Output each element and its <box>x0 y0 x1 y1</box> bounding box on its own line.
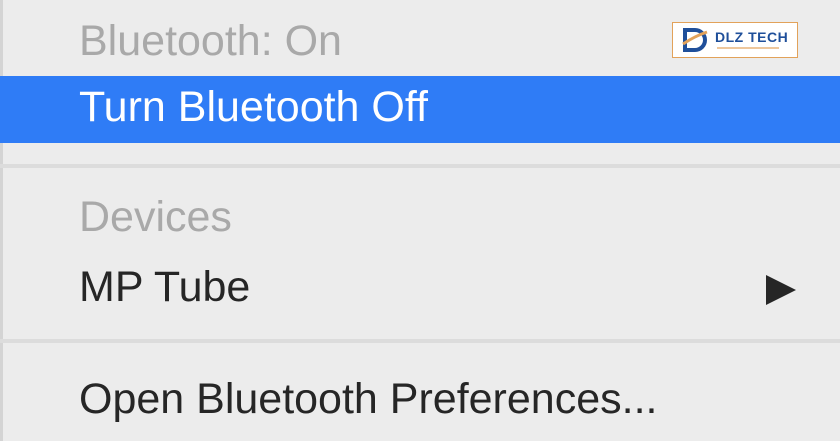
watermark-brand-text: DLZ TECH <box>715 29 789 45</box>
open-bluetooth-preferences-item[interactable]: Open Bluetooth Preferences... <box>0 378 840 428</box>
triangle-right-icon <box>766 275 796 305</box>
menu-separator <box>0 164 840 168</box>
open-preferences-label: Open Bluetooth Preferences... <box>79 375 658 423</box>
device-name-label: MP Tube <box>79 263 251 311</box>
bluetooth-menu: Bluetooth: On Turn Bluetooth Off Devices… <box>0 0 840 441</box>
menu-separator <box>0 339 840 343</box>
dlz-logo-icon <box>682 28 708 52</box>
device-item-mp-tube[interactable]: MP Tube <box>0 266 840 316</box>
turn-bluetooth-off-label: Turn Bluetooth Off <box>79 83 428 131</box>
dlz-tech-watermark-logo: DLZ TECH <box>672 22 798 58</box>
watermark-tagline-line <box>717 47 779 49</box>
bluetooth-status-label: Bluetooth: On <box>79 17 342 65</box>
devices-section-header: Devices <box>0 196 840 246</box>
turn-bluetooth-off-item[interactable]: Turn Bluetooth Off <box>0 76 840 143</box>
devices-header-label: Devices <box>79 193 232 241</box>
